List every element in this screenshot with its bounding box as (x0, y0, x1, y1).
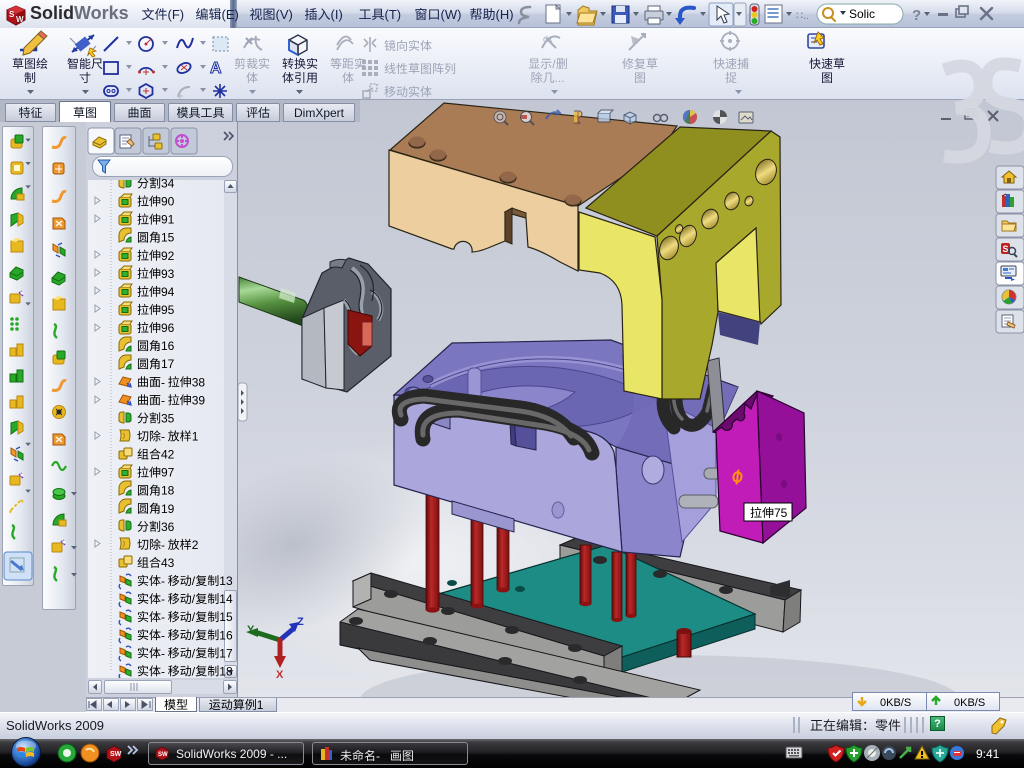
svg-text:A: A (210, 60, 222, 77)
svg-text:SW: SW (158, 752, 168, 758)
svg-text:dx: dx (543, 34, 553, 44)
svg-text:S: S (1003, 244, 1009, 254)
svg-text:9:41: 9:41 (976, 747, 1000, 761)
svg-text:Y: Y (247, 624, 255, 636)
svg-text:W: W (16, 15, 24, 24)
svg-text:Z: Z (297, 616, 304, 628)
svg-text:∷..: ∷.. (796, 10, 809, 22)
svg-text:Solic: Solic (849, 7, 875, 21)
svg-text:SW: SW (110, 751, 122, 758)
svg-text:0KB/S: 0KB/S (954, 697, 985, 709)
svg-text:X: X (276, 669, 284, 681)
svg-text:S: S (9, 10, 15, 19)
svg-text:0KB/S: 0KB/S (880, 697, 911, 709)
svg-text:?: ? (912, 7, 921, 24)
